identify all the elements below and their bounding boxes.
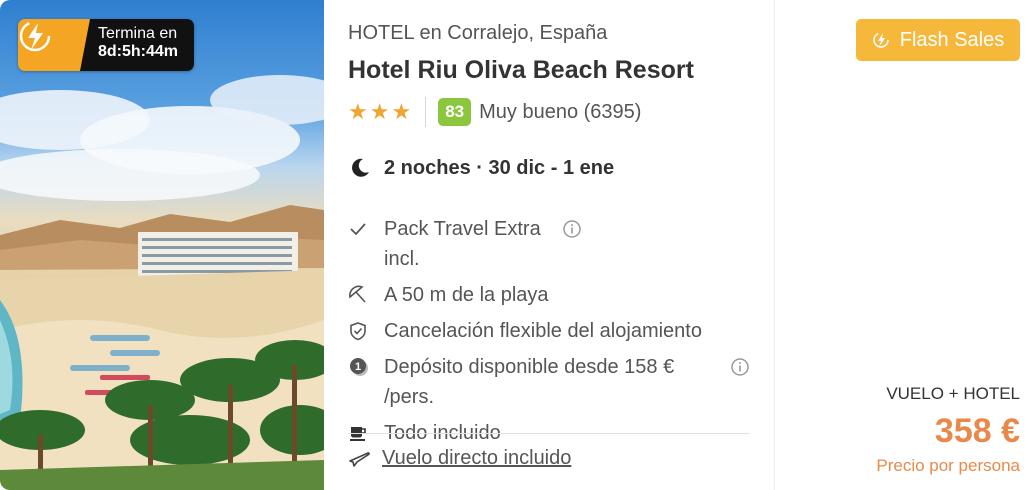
price-note: Precio por persona (876, 456, 1020, 475)
list-item: 1 Depósito disponible desde 158 € /pers. (348, 352, 750, 412)
star-icon: ★ (348, 99, 368, 124)
stay-dates: 2 noches · 30 dic - 1 ene (348, 156, 614, 180)
stay-text: 2 noches · 30 dic - 1 ene (384, 156, 615, 179)
rating-row: ★ ★ ★ 83 Muy bueno (6395) (348, 96, 641, 128)
hotel-photo[interactable]: Termina en 8d:5h:44m (0, 0, 324, 490)
review-score-text[interactable]: Muy bueno (6395) (479, 101, 641, 124)
countdown-time: 8d:5h:44m (98, 43, 179, 60)
info-icon[interactable] (730, 357, 750, 377)
countdown-badge: Termina en 8d:5h:44m (18, 19, 194, 71)
flight-info[interactable]: Vuelo directo incluido (348, 447, 571, 470)
lightning-icon (18, 19, 90, 71)
price-panel: Flash Sales VUELO + HOTEL 358 € Precio p… (774, 0, 1036, 490)
price-amount: 358 € (934, 412, 1020, 450)
feature-text: A 50 m de la playa (384, 284, 549, 306)
list-item: Pack Travel Extra incl. (348, 214, 750, 274)
rating-divider (425, 97, 427, 127)
deposit-icon: 1 (348, 352, 372, 382)
star-icon: ★ (369, 99, 390, 124)
list-item: Cancelación flexible del alojamiento (348, 316, 750, 346)
hotel-location: HOTEL en Corralejo, España (348, 22, 608, 44)
list-item: A 50 m de la playa (348, 280, 750, 310)
star-rating: ★ ★ ★ (348, 101, 411, 123)
feature-text: Pack Travel Extra incl. (384, 218, 541, 270)
review-score-badge: 83 (438, 98, 472, 126)
beach-scene-image (0, 75, 324, 490)
check-icon (348, 214, 372, 244)
beach-umbrella-icon (348, 280, 372, 310)
plane-icon (349, 451, 370, 467)
feature-list: Pack Travel Extra incl. A 50 m de la pla… (348, 214, 750, 454)
feature-text: Cancelación flexible del alojamiento (384, 320, 702, 342)
hotel-name-link[interactable]: Hotel Riu Oliva Beach Resort (348, 56, 694, 85)
flight-link[interactable]: Vuelo directo incluido (382, 447, 571, 470)
pack-type-label: VUELO + HOTEL (886, 384, 1020, 403)
info-icon[interactable] (562, 219, 582, 239)
moon-icon (352, 158, 369, 177)
feature-text: Depósito disponible desde 158 € /pers. (384, 356, 675, 408)
star-icon: ★ (391, 99, 412, 124)
hotel-info: HOTEL en Corralejo, España Hotel Riu Oli… (348, 0, 758, 490)
lightning-icon (873, 32, 889, 48)
flash-sales-label: Flash Sales (899, 28, 1005, 51)
flash-sales-badge[interactable]: Flash Sales (856, 19, 1020, 61)
svg-text:1: 1 (355, 361, 361, 373)
section-divider (348, 433, 750, 434)
countdown-label: Termina en (98, 25, 178, 42)
shield-check-icon (348, 316, 372, 346)
